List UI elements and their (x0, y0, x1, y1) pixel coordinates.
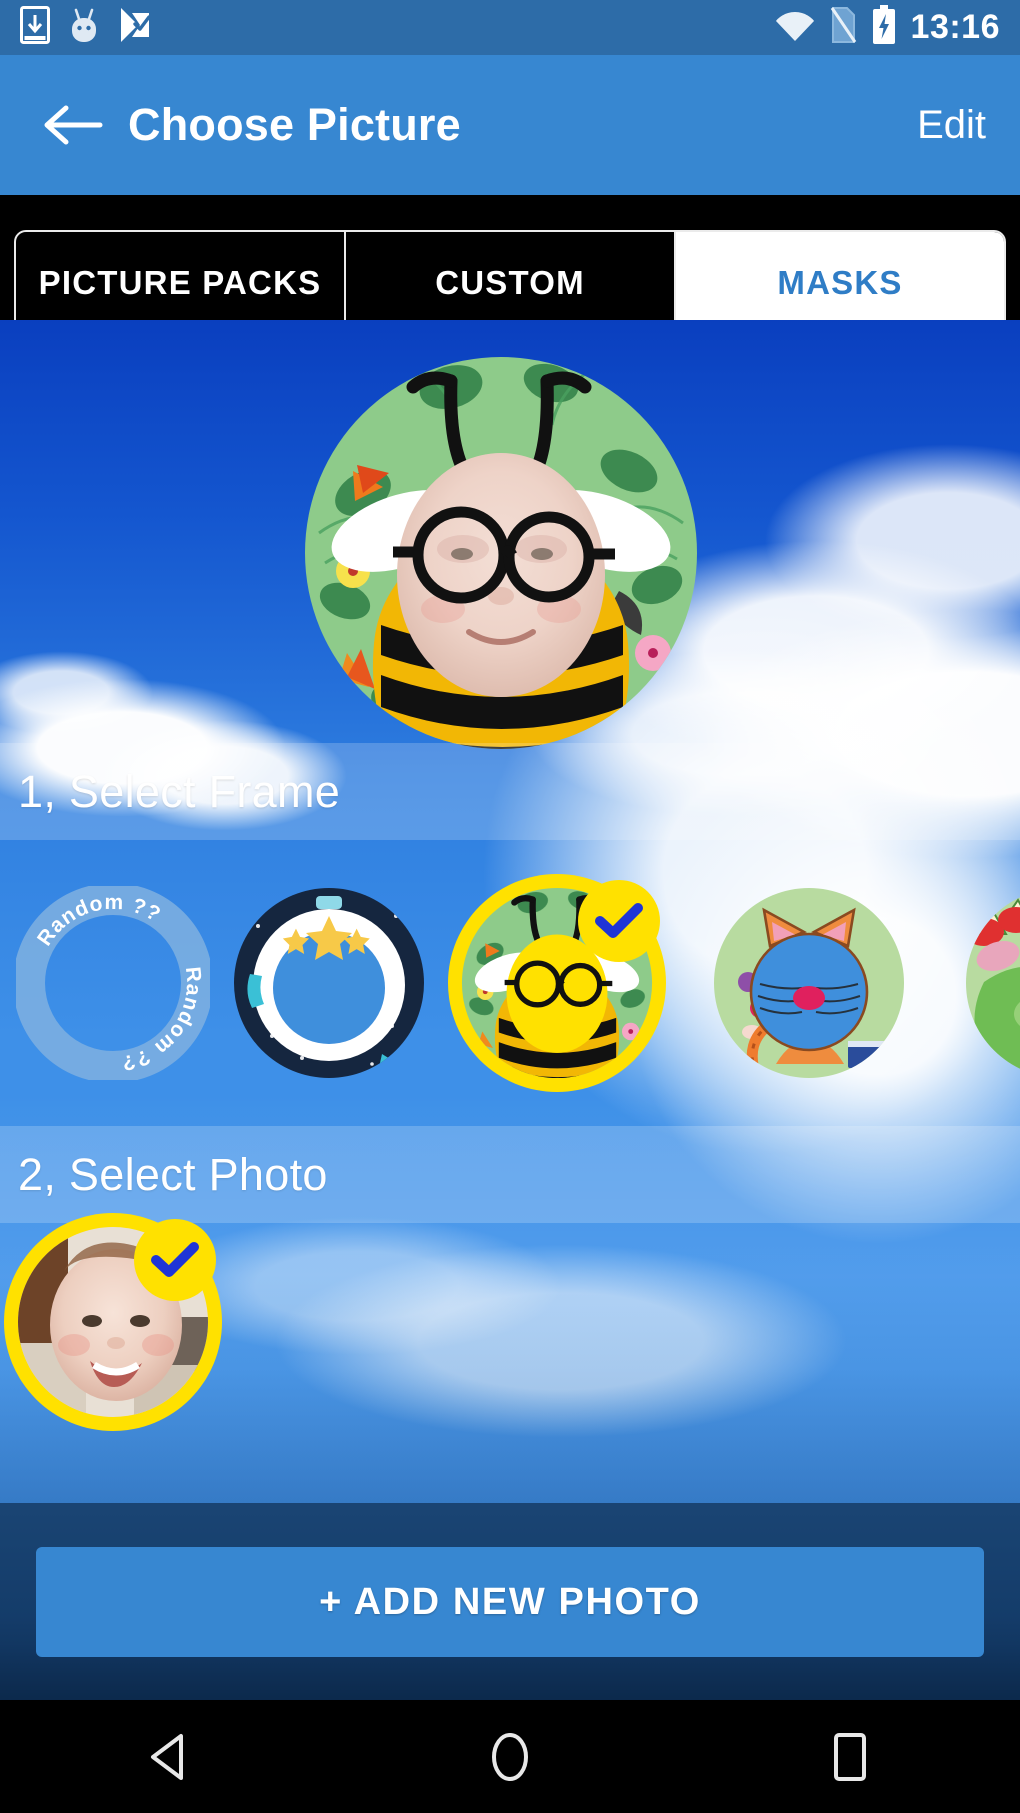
astronaut-frame-thumbnail[interactable] (232, 886, 426, 1080)
triangle-back-icon (151, 1733, 183, 1780)
dino-frame-thumbnail[interactable] (964, 886, 1020, 1080)
status-bar-clock: 13:16 (910, 8, 1000, 46)
tab-picture-packs[interactable]: PICTURE PACKS (16, 232, 346, 333)
frame-item-astronaut[interactable] (232, 886, 426, 1080)
status-bar: 13:16 (0, 0, 1020, 55)
nav-back-button[interactable] (110, 1700, 230, 1813)
android-head-icon (68, 6, 100, 49)
footer-bar: + ADD NEW PHOTO (0, 1503, 1020, 1700)
preview-area (0, 320, 1020, 749)
back-button[interactable] (18, 70, 128, 180)
check-icon (151, 1241, 199, 1277)
checkmark-app-icon (118, 5, 152, 50)
frame-item-dino[interactable] (964, 886, 1020, 1080)
dino-icon (966, 888, 1020, 1078)
app-bar: Choose Picture Edit (0, 55, 1020, 195)
status-bar-left-icons (20, 5, 152, 50)
flower-pink (635, 635, 671, 671)
add-new-photo-button[interactable]: + ADD NEW PHOTO (36, 1547, 984, 1657)
section-header-select-photo: 2, Select Photo (0, 1126, 1020, 1223)
preview-masked-photo (305, 357, 697, 749)
circle-home-icon (492, 1732, 528, 1781)
random-frame-thumbnail[interactable]: Random ?? Random ?? (13, 883, 213, 1083)
frame-selected-badge (578, 880, 660, 962)
photo-selected-badge (134, 1218, 216, 1301)
photo-item-baby[interactable] (4, 1212, 222, 1431)
frame-item-bee[interactable] (448, 874, 666, 1092)
frame-list[interactable]: Random ?? Random ?? (0, 840, 1020, 1126)
wifi-icon (775, 8, 815, 47)
photo-list[interactable] (0, 1212, 1020, 1431)
nav-recents-button[interactable] (790, 1700, 910, 1813)
section-label-select-photo: 2, Select Photo (18, 1148, 328, 1200)
edit-button[interactable]: Edit (917, 103, 986, 148)
system-navigation-bar (0, 1700, 1020, 1813)
cat-icon (714, 888, 904, 1078)
frame-item-cat[interactable] (712, 886, 906, 1080)
astronaut-icon (234, 888, 424, 1078)
random-ring-icon: Random ?? Random ?? (13, 883, 213, 1083)
frame-item-random[interactable]: Random ?? Random ?? (13, 883, 213, 1083)
battery-charging-icon (871, 5, 897, 50)
content-area: 1, Select Frame Random ?? Random ?? 2, S… (0, 320, 1020, 1700)
arrow-left-icon (44, 105, 103, 145)
square-recents-icon (834, 1732, 866, 1781)
check-icon (595, 903, 643, 938)
sim-card-icon (829, 6, 857, 49)
page-title: Choose Picture (128, 99, 461, 150)
section-label-select-frame: 1, Select Frame (18, 765, 341, 817)
download-icon (20, 6, 50, 49)
status-bar-right-icons: 13:16 (775, 5, 1000, 50)
tab-masks[interactable]: MASKS (676, 232, 1004, 333)
cat-frame-thumbnail[interactable] (712, 886, 906, 1080)
tab-custom[interactable]: CUSTOM (346, 232, 676, 333)
section-header-select-frame: 1, Select Frame (0, 743, 1020, 840)
nav-home-button[interactable] (450, 1700, 570, 1813)
